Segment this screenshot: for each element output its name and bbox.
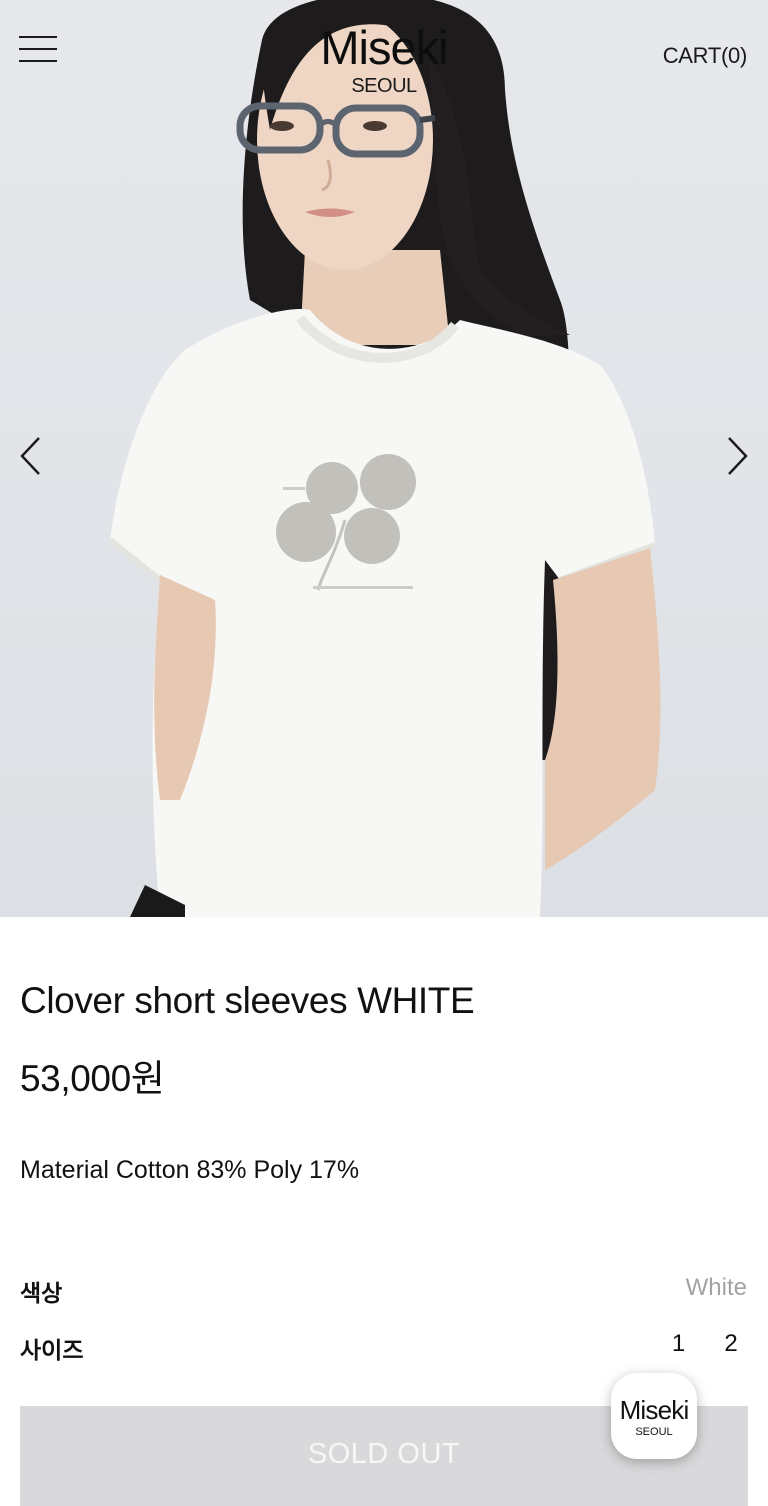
cart-link[interactable]: CART(0) [663, 43, 748, 69]
product-price: 53,000원 [20, 1058, 165, 1099]
color-option-label: 색상 [20, 1280, 63, 1306]
size-option-list: 1 2 [655, 1330, 755, 1358]
logo-subtitle: SEOUL [351, 75, 417, 97]
hamburger-icon-line [19, 36, 57, 38]
color-option-value[interactable]: White [686, 1274, 747, 1302]
product-image-carousel[interactable]: Miseki SEOUL CART(0) [0, 0, 768, 917]
hamburger-icon-line [19, 60, 57, 62]
size-option-1[interactable]: 1 [655, 1330, 703, 1358]
size-option-2[interactable]: 2 [707, 1330, 755, 1358]
floating-badge-wordmark: Miseki [619, 1395, 690, 1425]
logo-wordmark: Miseki [320, 21, 448, 74]
floating-brand-button[interactable]: Miseki SEOUL [611, 1373, 697, 1459]
carousel-next-button[interactable] [724, 436, 750, 476]
hamburger-icon-line [19, 48, 57, 50]
product-title: Clover short sleeves WHITE [20, 980, 475, 1021]
product-material: Material Cotton 83% Poly 17% [20, 1156, 360, 1184]
size-option-label: 사이즈 [20, 1337, 84, 1363]
chevron-right-icon [728, 437, 748, 475]
floating-badge-subtitle: SEOUL [635, 1426, 673, 1438]
carousel-prev-button[interactable] [18, 436, 44, 476]
hamburger-menu-button[interactable] [19, 36, 57, 64]
product-photo [108, 0, 661, 917]
brand-logo[interactable]: Miseki SEOUL [284, 21, 484, 98]
chevron-left-icon [20, 437, 40, 475]
